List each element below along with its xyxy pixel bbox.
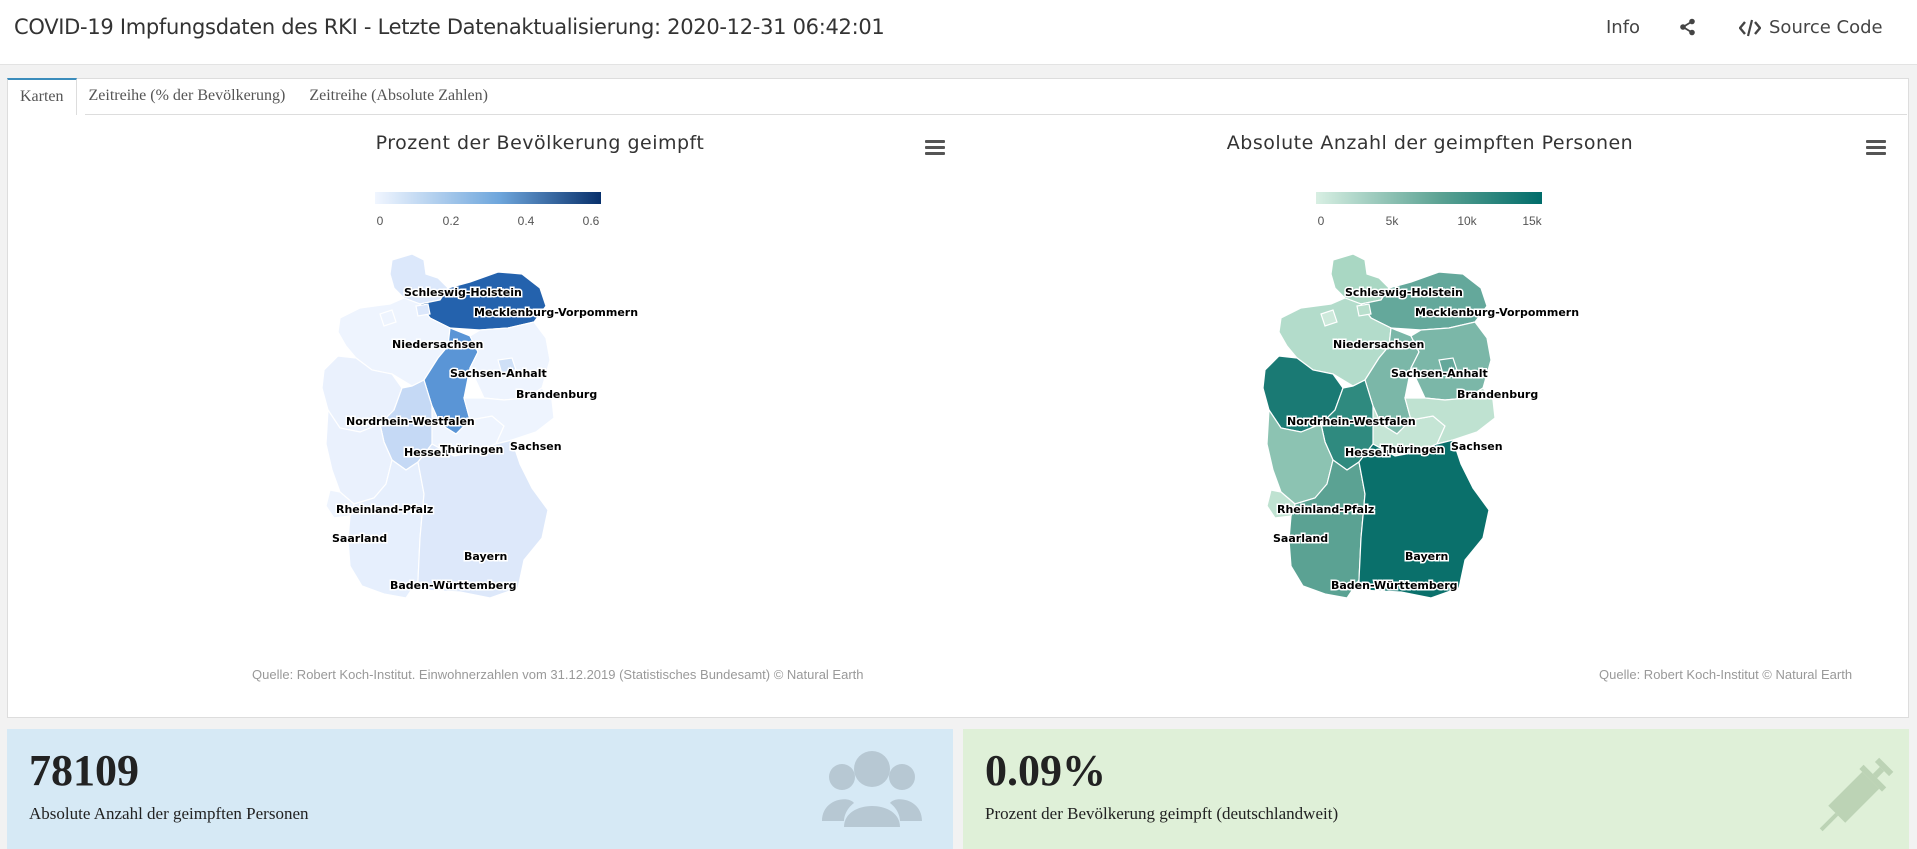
state-label-sn: Sachsen	[510, 440, 562, 453]
state-label-by: Bayern	[464, 550, 507, 563]
map-right-menu-button[interactable]	[1866, 140, 1886, 156]
map-left-source: Quelle: Robert Koch-Institut. Einwohnerz…	[252, 667, 864, 682]
legend-tick: 0	[1317, 214, 1325, 228]
state-label-bw: Baden-Württemberg	[1331, 579, 1458, 592]
state-label-sh: Schleswig-Holstein	[404, 286, 522, 299]
map-left-color-legend	[375, 192, 601, 204]
state-label-nw: Nordrhein-Westfalen	[346, 415, 475, 428]
code-icon	[1739, 19, 1761, 36]
map-right-color-legend	[1316, 192, 1542, 204]
top-navbar: COVID-19 Impfungsdaten des RKI - Letzte …	[0, 0, 1917, 65]
state-label-sl: Saarland	[332, 532, 387, 545]
users-icon	[822, 751, 922, 827]
tab-zeitreihe-prozent[interactable]: Zeitreihe (% der Bevölkerung)	[77, 78, 298, 114]
state-region-by[interactable]	[417, 439, 549, 599]
state-label-st: Sachsen-Anhalt	[1391, 367, 1488, 380]
legend-tick: 10k	[1457, 214, 1477, 228]
state-label-mv: Mecklenburg-Vorpommern	[474, 306, 638, 319]
source-code-label: Source Code	[1769, 17, 1883, 38]
state-label-by: Bayern	[1405, 550, 1448, 563]
value-box-total-vaccinated: 78109 Absolute Anzahl der geimpften Pers…	[7, 729, 953, 849]
legend-tick: 0	[376, 214, 384, 228]
legend-tick: 5k	[1385, 214, 1399, 228]
state-label-ni: Niedersachsen	[392, 338, 483, 351]
state-label-bb: Brandenburg	[1457, 388, 1538, 401]
value-box-number: 0.09%	[985, 746, 1106, 795]
page-title: COVID-19 Impfungsdaten des RKI - Letzte …	[14, 15, 885, 39]
share-button[interactable]	[1679, 18, 1697, 36]
state-label-sl: Saarland	[1273, 532, 1328, 545]
state-region-hh[interactable]	[415, 303, 431, 317]
syringe-icon	[1819, 757, 1894, 832]
state-label-th: Thüringen	[1381, 443, 1444, 456]
source-code-link[interactable]: Source Code	[1739, 17, 1883, 38]
info-label: Info	[1606, 17, 1641, 38]
state-label-nw: Nordrhein-Westfalen	[1287, 415, 1416, 428]
state-region-by[interactable]	[1358, 439, 1490, 599]
legend-tick: 0.6	[582, 214, 600, 228]
germany-map-absolute: Schleswig-Holstein Mecklenburg-Vorpommern…	[1262, 253, 1581, 599]
state-label-rp: Rheinland-Pfalz	[1277, 503, 1374, 516]
map-left-title: Prozent der Bevölkerung geimpft	[375, 132, 705, 154]
legend-tick: 0.2	[442, 214, 460, 228]
state-label-mv: Mecklenburg-Vorpommern	[1415, 306, 1579, 319]
value-box-number: 78109	[29, 746, 139, 795]
map-right-source: Quelle: Robert Koch-Institut © Natural E…	[1599, 667, 1853, 682]
map-left-menu-button[interactable]	[925, 140, 945, 156]
tab-zeitreihe-absolut[interactable]: Zeitreihe (Absolute Zahlen)	[297, 78, 500, 114]
tab-karten[interactable]: Karten	[7, 78, 77, 115]
tab-divider	[85, 114, 1907, 115]
tab-bar: Karten Zeitreihe (% der Bevölkerung) Zei…	[7, 78, 500, 115]
state-label-sh: Schleswig-Holstein	[1345, 286, 1463, 299]
legend-tick: 15k	[1522, 214, 1542, 228]
map-right-title: Absolute Anzahl der geimpften Personen	[1226, 132, 1634, 154]
state-label-ni: Niedersachsen	[1333, 338, 1424, 351]
tab-content-panel	[7, 78, 1909, 718]
state-label-sn: Sachsen	[1451, 440, 1503, 453]
share-icon	[1680, 18, 1695, 36]
state-label-th: Thüringen	[440, 443, 503, 456]
state-label-bw: Baden-Württemberg	[390, 579, 517, 592]
state-label-st: Sachsen-Anhalt	[450, 367, 547, 380]
legend-tick: 0.4	[517, 214, 535, 228]
info-link[interactable]: Info	[1606, 17, 1640, 38]
germany-map-percent: Schleswig-Holstein Mecklenburg-Vorpommern…	[321, 253, 640, 599]
value-box-label: Prozent der Bevölkerung geimpft (deutsch…	[985, 804, 1339, 823]
state-region-hh[interactable]	[1356, 303, 1372, 317]
state-label-bb: Brandenburg	[516, 388, 597, 401]
value-box-percent-vaccinated: 0.09% Prozent der Bevölkerung geimpft (d…	[963, 729, 1909, 849]
state-label-rp: Rheinland-Pfalz	[336, 503, 433, 516]
value-box-label: Absolute Anzahl der geimpften Personen	[29, 804, 309, 823]
